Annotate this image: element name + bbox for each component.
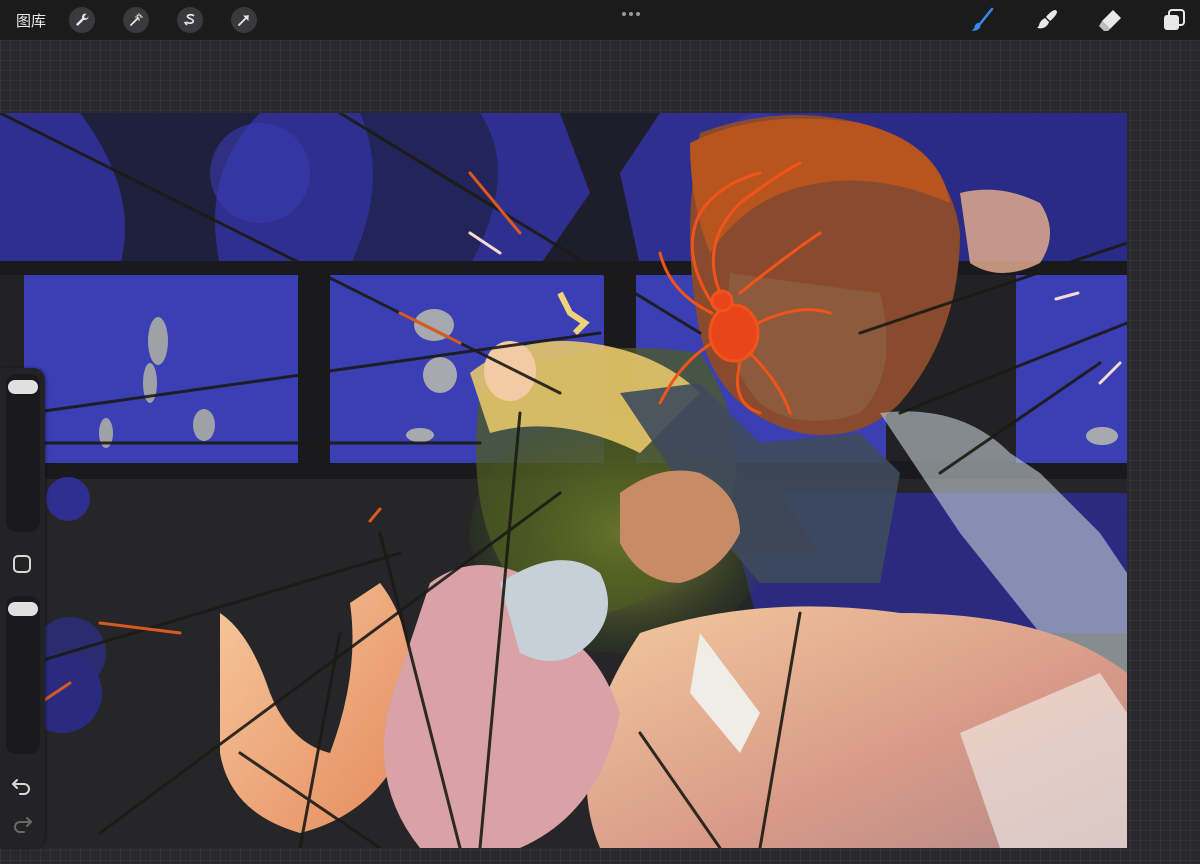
smudge-icon[interactable]: [1032, 6, 1060, 34]
layers-icon[interactable]: [1160, 6, 1188, 34]
ellipsis-icon[interactable]: [620, 6, 642, 16]
wrench-icon[interactable]: [69, 7, 95, 33]
transform-arrow-icon[interactable]: [231, 7, 257, 33]
brush-size-slider[interactable]: [6, 374, 40, 532]
artwork-canvas[interactable]: [0, 113, 1127, 848]
square-modify-icon[interactable]: [13, 555, 31, 573]
opacity-handle[interactable]: [8, 602, 38, 617]
gallery-button[interactable]: 图库: [16, 10, 46, 31]
magic-wand-icon[interactable]: [123, 7, 149, 33]
undo-icon[interactable]: [10, 776, 34, 796]
redo-icon[interactable]: [10, 814, 34, 834]
opacity-slider[interactable]: [6, 596, 40, 754]
eraser-icon[interactable]: [1096, 6, 1124, 34]
top-toolbar: 图库: [0, 0, 1200, 40]
artwork-illustration: [0, 113, 1127, 848]
brush-size-handle[interactable]: [8, 380, 38, 395]
selection-s-icon[interactable]: [177, 7, 203, 33]
left-sidebar: [0, 368, 45, 848]
brush-icon[interactable]: [968, 6, 996, 34]
